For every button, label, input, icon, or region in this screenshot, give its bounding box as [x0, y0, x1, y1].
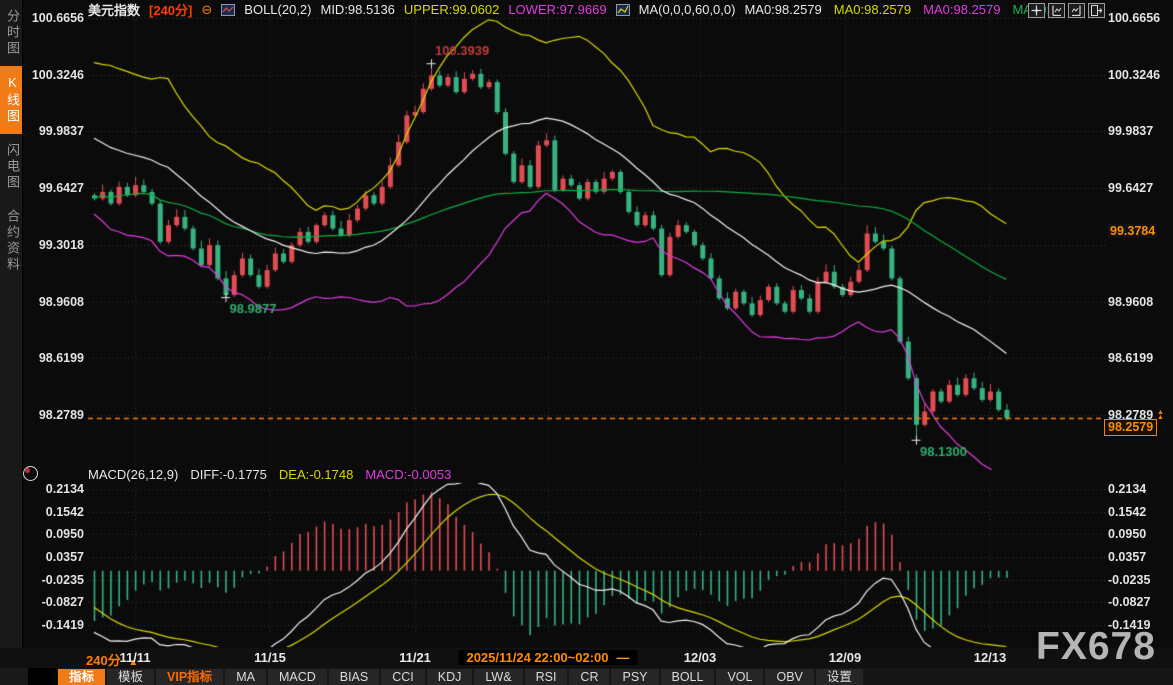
y-axis-label: 0.2134: [22, 482, 84, 496]
ma-value: MA0:98.2579: [834, 2, 911, 17]
date-label: 12/13: [974, 650, 1007, 665]
toolbar-button-PSY[interactable]: PSY: [611, 669, 658, 685]
toolbar-button-KDJ[interactable]: KDJ: [427, 669, 473, 685]
y-axis-label: 99.9837: [22, 124, 84, 138]
y-axis-label: 0.0950: [22, 527, 84, 541]
toolbar-spacer: [0, 668, 28, 685]
y-axis-label: 99.6427: [1108, 181, 1153, 195]
chart-canvas[interactable]: [0, 0, 1173, 685]
toolbar-button-CCI[interactable]: CCI: [381, 669, 425, 685]
y-axis-label: 100.3246: [1108, 68, 1160, 82]
boll-mid-value: MID:98.5136: [320, 2, 394, 17]
last-price-badge: 98.2579: [1104, 419, 1157, 436]
boll-lower-value: LOWER:97.9669: [508, 2, 606, 17]
ma-label: MA(0,0,0,60,0,0): [639, 2, 736, 17]
y-axis-label: -0.0235: [1108, 573, 1150, 587]
y-axis-label: 0.0950: [1108, 527, 1146, 541]
price-up-arrows-icon: ▲▲: [1157, 410, 1164, 420]
date-label: 11/15: [254, 650, 286, 665]
y-axis-label: 98.6199: [1108, 351, 1153, 365]
y-axis-label: 99.9837: [1108, 124, 1153, 138]
timeframe-selector-label: 240分: [86, 653, 121, 668]
watermark: FX678: [1036, 625, 1156, 669]
date-label: 12/09: [829, 650, 862, 665]
toolbar-button-MA[interactable]: MA: [225, 669, 266, 685]
sidebar: 分时图K线图闪电图合约资料: [0, 0, 23, 648]
sidebar-tab-2[interactable]: K线图: [0, 66, 22, 134]
corner-block: [28, 668, 57, 685]
y-axis-label: 0.0357: [22, 550, 84, 564]
date-label: 12/03: [684, 650, 717, 665]
sidebar-tab-4[interactable]: 合约资料: [0, 200, 22, 282]
y-axis-label: 98.6199: [22, 351, 84, 365]
ma-value: MA0:98.2579: [923, 2, 1000, 17]
toolbar-button-模板[interactable]: 模板: [107, 669, 154, 685]
move-icon[interactable]: [1028, 3, 1045, 18]
y-axis-label: 98.2789: [22, 408, 84, 422]
toolbar-button-LW&[interactable]: LW&: [474, 669, 522, 685]
macd-params-label: MACD(26,12,9): [88, 467, 178, 482]
y-axis-label: -0.0235: [22, 573, 84, 587]
scale-left-axis-icon[interactable]: [1048, 3, 1065, 18]
macd-dea-value: DEA:-0.1748: [279, 467, 353, 482]
toolbar-button-BIAS[interactable]: BIAS: [329, 669, 380, 685]
symbol-title: 美元指数: [88, 0, 140, 19]
macd-macd-value: MACD:-0.0053: [365, 467, 451, 482]
y-axis-label: 0.1542: [22, 505, 84, 519]
y-axis-label: 100.3246: [22, 68, 84, 82]
toolbar-button-设置[interactable]: 设置: [816, 669, 863, 685]
sidebar-tab-3[interactable]: 闪电图: [0, 134, 22, 200]
reference-price-badge: 99.3784: [1108, 224, 1157, 238]
toolbar-button-BOLL[interactable]: BOLL: [661, 669, 715, 685]
y-axis-label: -0.0827: [22, 595, 84, 609]
collapse-pane-icon[interactable]: [1088, 3, 1105, 18]
y-axis-label: 100.6656: [22, 11, 84, 25]
date-label: 11/11: [119, 650, 150, 665]
y-axis-label: 0.2134: [1108, 482, 1146, 496]
toolbar-button-指标[interactable]: 指标: [58, 669, 105, 685]
y-axis-label: 99.3018: [22, 238, 84, 252]
y-axis-label: 98.9608: [1108, 295, 1153, 309]
toolbar-button-VIP指标[interactable]: VIP指标: [156, 669, 223, 685]
boll-indicator-icon[interactable]: [221, 4, 235, 16]
window-controls: [1028, 3, 1105, 18]
y-axis-label: 0.0357: [1108, 550, 1146, 564]
toolbar-button-MACD[interactable]: MACD: [268, 669, 327, 685]
boll-label: BOLL(20,2): [244, 2, 311, 17]
y-axis-label: 100.6656: [1108, 11, 1160, 25]
chart-application: 分时图K线图闪电图合约资料 美元指数 [240分] ⊖ BOLL(20,2) M…: [0, 0, 1173, 685]
y-axis-label: -0.1419: [22, 618, 84, 632]
timeframe-badge: [240分]: [149, 0, 192, 19]
macd-diff-value: DIFF:-0.1775: [190, 467, 267, 482]
toolbar-button-VOL[interactable]: VOL: [716, 669, 763, 685]
ma-indicator-icon[interactable]: [616, 4, 630, 16]
y-axis-label: -0.0827: [1108, 595, 1150, 609]
chart-header: 美元指数 [240分] ⊖ BOLL(20,2) MID:98.5136 UPP…: [88, 1, 1057, 18]
macd-pane-toggle-icon[interactable]: [23, 466, 38, 481]
y-axis-label: 99.6427: [22, 181, 84, 195]
highlighted-date-label: 2025/11/24 22:00~02:00—: [458, 650, 637, 665]
ma-values: MA0:98.2579MA0:98.2579MA0:98.2579MA60:9: [744, 2, 1057, 17]
x-axis-row: 240分 ▲ 11/1111/1511/212025/11/24 22:00~0…: [0, 648, 1173, 668]
scale-right-axis-icon[interactable]: [1068, 3, 1085, 18]
collapse-icon[interactable]: ⊖: [201, 2, 212, 18]
sidebar-tab-1[interactable]: 分时图: [0, 0, 22, 66]
y-axis-label: 98.9608: [22, 295, 84, 309]
toolbar-button-CR[interactable]: CR: [569, 669, 609, 685]
boll-upper-value: UPPER:99.0602: [404, 2, 499, 17]
toolbar-button-OBV[interactable]: OBV: [765, 669, 813, 685]
toolbar-button-RSI[interactable]: RSI: [525, 669, 568, 685]
indicator-toolbar: 指标模板VIP指标MAMACDBIASCCIKDJLW&RSICRPSYBOLL…: [0, 668, 1173, 685]
ma-value: MA0:98.2579: [744, 2, 821, 17]
y-axis-label: 0.1542: [1108, 505, 1146, 519]
date-label: 11/21: [399, 650, 431, 665]
macd-header: MACD(26,12,9) DIFF:-0.1775 DEA:-0.1748 M…: [88, 467, 451, 482]
